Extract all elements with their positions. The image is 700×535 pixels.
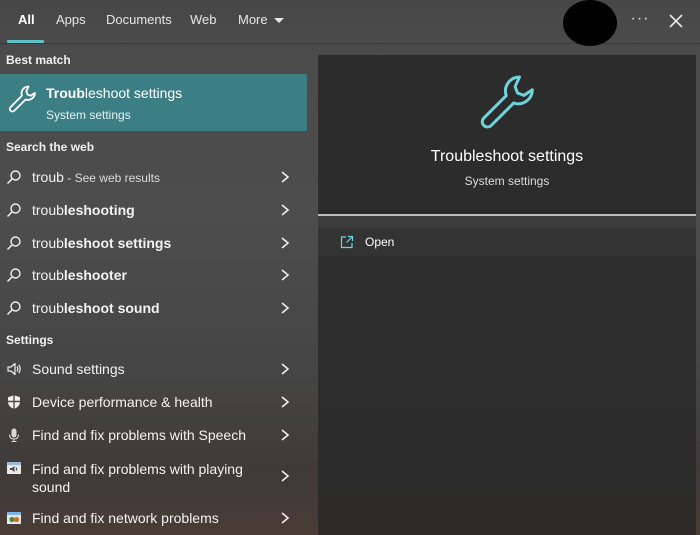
results-list: Best match Troubleshoot settings System … xyxy=(0,44,308,535)
tab-documents[interactable]: Documents xyxy=(106,0,172,44)
chevron-right-icon xyxy=(281,396,290,408)
chevron-right-icon xyxy=(281,269,290,281)
open-external-icon xyxy=(340,235,354,249)
search-icon xyxy=(6,268,21,283)
chevron-down-icon xyxy=(273,18,284,24)
web-result-text: troubleshoot settings xyxy=(32,235,172,251)
preview-title: Troubleshoot settings xyxy=(430,148,584,165)
chevron-right-icon xyxy=(281,302,290,314)
settings-result-item[interactable]: Sound settings xyxy=(0,353,307,386)
search-scope-tabs: All Apps Documents Web More ··· xyxy=(0,0,700,46)
settings-result-label: Device performance & health xyxy=(32,394,213,410)
close-button[interactable] xyxy=(664,9,688,33)
tab-web[interactable]: Web xyxy=(190,0,217,44)
wrench-icon xyxy=(480,75,534,129)
tab-more[interactable]: More xyxy=(238,0,284,44)
preview-header: Troubleshoot settings System settings xyxy=(318,55,696,215)
chevron-right-icon xyxy=(281,512,290,524)
web-result-item[interactable]: troubleshoot settings xyxy=(0,227,307,260)
wrench-icon xyxy=(8,85,36,113)
chevron-right-icon xyxy=(281,429,290,441)
section-header-settings: Settings xyxy=(6,333,54,347)
chevron-right-icon xyxy=(281,204,290,216)
avatar[interactable] xyxy=(563,0,617,46)
settings-result-item[interactable]: Find and fix network problems xyxy=(0,502,307,535)
chevron-right-icon xyxy=(281,470,290,482)
best-match-result[interactable]: Troubleshoot settings System settings xyxy=(0,74,307,131)
speaker-icon xyxy=(7,362,21,376)
settings-result-item[interactable]: Device performance & health xyxy=(0,386,307,419)
chevron-right-icon xyxy=(281,171,290,183)
shield-icon xyxy=(8,395,20,409)
tab-apps[interactable]: Apps xyxy=(56,0,86,44)
web-result-text: troubleshooting xyxy=(32,202,135,218)
best-match-title: Troubleshoot settings xyxy=(46,85,183,101)
settings-result-label: Find and fix problems with Speech xyxy=(32,427,246,443)
open-button[interactable]: Open xyxy=(318,228,696,256)
more-options-button[interactable]: ··· xyxy=(628,10,652,32)
settings-result-label: Find and fix network problems xyxy=(32,510,219,526)
open-label: Open xyxy=(365,235,395,249)
web-result-item[interactable]: troubleshooter xyxy=(0,259,307,292)
search-icon xyxy=(6,170,21,185)
search-icon xyxy=(6,236,21,251)
chevron-right-icon xyxy=(281,363,290,375)
preview-subtitle: System settings xyxy=(464,174,550,188)
section-header-best-match: Best match xyxy=(6,53,71,67)
web-result-text: troub - See web results xyxy=(32,169,160,185)
active-tab-indicator xyxy=(7,40,44,43)
web-result-text: troubleshooter xyxy=(32,267,127,283)
close-icon xyxy=(669,14,683,28)
best-match-subtitle: System settings xyxy=(46,108,131,122)
microphone-icon xyxy=(8,428,20,443)
settings-result-label: Find and fix problems with playing sound xyxy=(32,461,243,495)
web-result-item[interactable]: troub - See web results xyxy=(0,161,307,194)
tab-all[interactable]: All xyxy=(18,0,35,44)
search-icon xyxy=(6,203,21,218)
preview-pane: Troubleshoot settings System settings Op… xyxy=(318,55,696,535)
network-troubleshooter-icon xyxy=(7,512,21,524)
web-result-item[interactable]: troubleshooting xyxy=(0,194,307,227)
search-icon xyxy=(6,301,21,316)
settings-result-label: Sound settings xyxy=(32,361,125,377)
audio-troubleshooter-icon xyxy=(7,462,21,474)
settings-result-item[interactable]: Find and fix problems with playing sound xyxy=(0,452,307,502)
web-result-text: troubleshoot sound xyxy=(32,300,160,316)
preview-body xyxy=(318,256,696,535)
settings-result-item[interactable]: Find and fix problems with Speech xyxy=(0,419,307,452)
chevron-right-icon xyxy=(281,237,290,249)
section-header-web: Search the web xyxy=(6,140,95,154)
web-result-item[interactable]: troubleshoot sound xyxy=(0,292,307,325)
